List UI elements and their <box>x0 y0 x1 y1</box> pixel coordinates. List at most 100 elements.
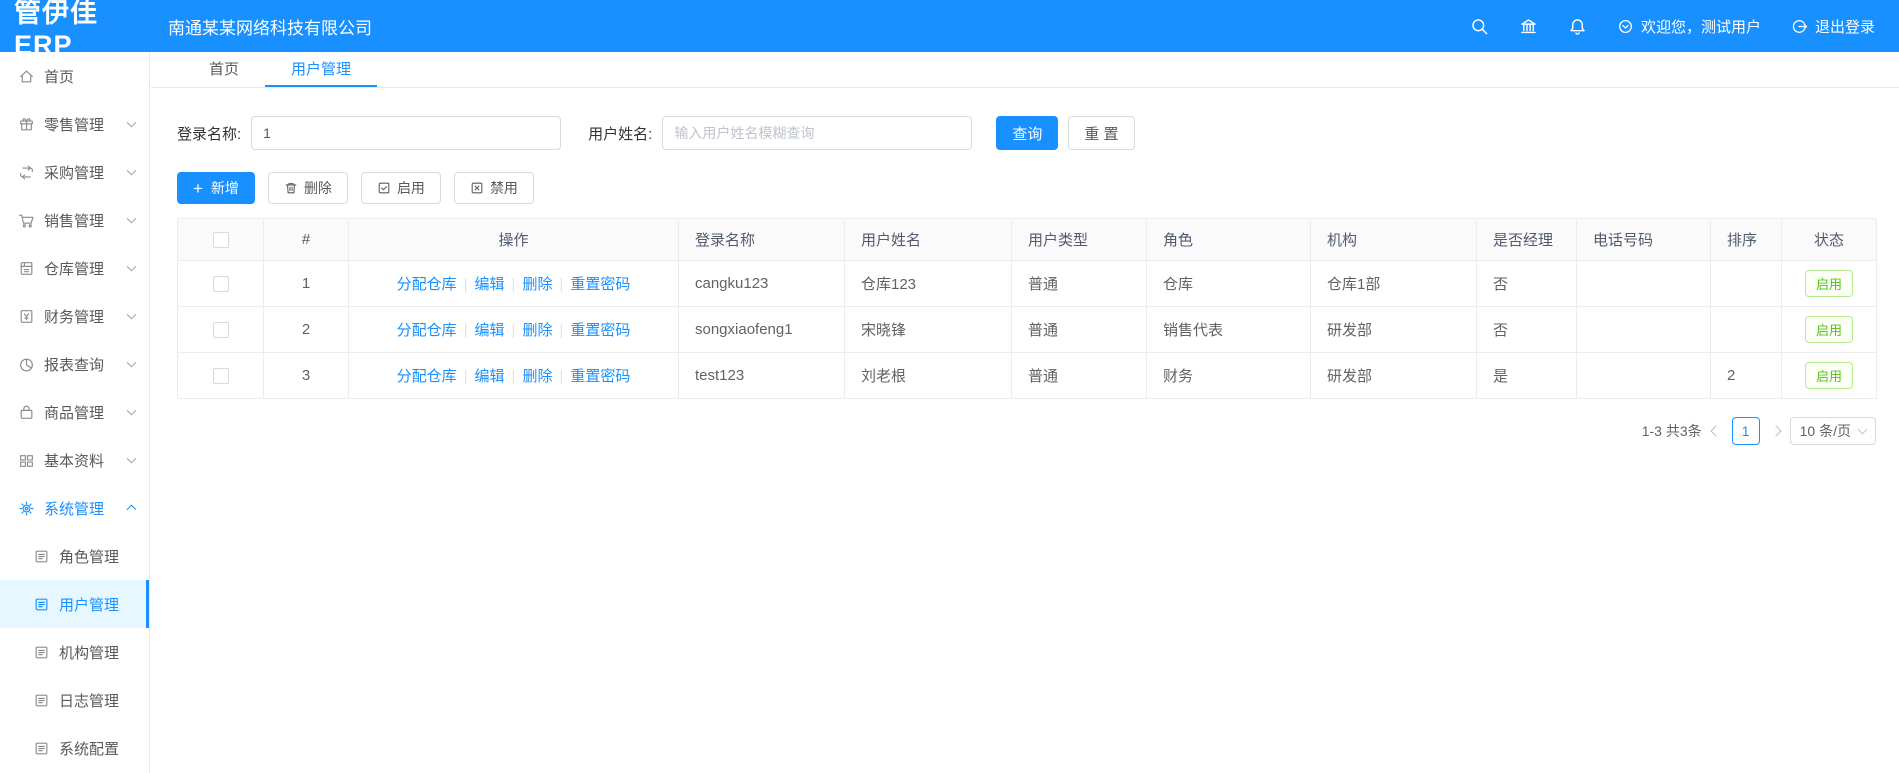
delete-button[interactable]: 删除 <box>267 172 348 204</box>
sidebar-item-purchase[interactable]: 采购管理 <box>0 148 149 196</box>
edit-link[interactable]: 编辑 <box>475 276 505 293</box>
delete-link[interactable]: 删除 <box>522 276 552 293</box>
trash-icon <box>285 183 297 194</box>
user-table-wrap: # 操作 登录名称 用户姓名 用户类型 角色 机构 是否经理 电话号码 排序 状… <box>177 218 1877 399</box>
next-page-icon[interactable] <box>1769 425 1782 437</box>
enable-button[interactable]: 启用 <box>360 172 441 204</box>
row-checkbox[interactable] <box>212 368 229 385</box>
page-size-select[interactable]: 10 条/页 <box>1789 417 1876 445</box>
edit-link[interactable]: 编辑 <box>475 322 505 339</box>
sidebar-item-basic-data[interactable]: 基本资料 <box>0 436 149 484</box>
cell-type: 普通 <box>1011 352 1147 399</box>
assign-warehouse-link[interactable]: 分配仓库 <box>397 322 457 339</box>
sidebar-nav: 首页 零售管理 采购管理 销售管理 仓库管理 财务管理 报表查询 商品管理 基本… <box>0 52 150 773</box>
sidebar-item-reports[interactable]: 报表查询 <box>0 340 149 388</box>
sidebar-subitem-logs[interactable]: 日志管理 <box>0 676 149 724</box>
add-button[interactable]: + 新增 <box>177 172 255 204</box>
sidebar-item-label: 系统管理 <box>44 500 105 518</box>
chevron-down-icon <box>1857 424 1868 435</box>
select-all-checkbox[interactable] <box>212 232 229 249</box>
status-badge: 启用 <box>1804 362 1853 389</box>
col-index: # <box>263 218 349 261</box>
finance-icon <box>18 308 35 325</box>
cell-role: 财务 <box>1146 352 1311 399</box>
op-separator: | <box>463 322 468 339</box>
user-name-input[interactable] <box>662 116 973 150</box>
delete-link[interactable]: 删除 <box>522 322 552 339</box>
chevron-down-icon <box>126 165 137 176</box>
user-circle-down-icon <box>1618 19 1632 33</box>
page-number-1[interactable]: 1 <box>1731 417 1760 445</box>
tab-bar: 首页 用户管理 <box>151 52 1899 88</box>
cell-type: 普通 <box>1011 260 1147 307</box>
reset-button[interactable]: 重 置 <box>1068 116 1135 150</box>
logout-button[interactable]: 退出登录 <box>1791 16 1875 37</box>
tab-home[interactable]: 首页 <box>183 52 265 87</box>
row-checkbox[interactable] <box>212 322 229 339</box>
sidebar-item-label: 系统配置 <box>59 740 120 758</box>
edit-link[interactable]: 编辑 <box>475 368 505 385</box>
bell-icon[interactable] <box>1568 17 1587 36</box>
delete-link[interactable]: 删除 <box>522 368 552 385</box>
welcome-user[interactable]: 欢迎您，测试用户 <box>1617 16 1761 37</box>
home-icon <box>18 68 35 85</box>
sidebar-subitem-roles[interactable]: 角色管理 <box>0 532 149 580</box>
reset-password-link[interactable]: 重置密码 <box>570 368 630 385</box>
reset-password-link[interactable]: 重置密码 <box>570 322 630 339</box>
cell-manager: 否 <box>1476 306 1577 353</box>
user-table: # 操作 登录名称 用户姓名 用户类型 角色 机构 是否经理 电话号码 排序 状… <box>177 218 1877 399</box>
row-checkbox[interactable] <box>212 276 229 293</box>
sidebar-item-retail[interactable]: 零售管理 <box>0 100 149 148</box>
reset-password-link[interactable]: 重置密码 <box>570 276 630 293</box>
sidebar-item-label: 首页 <box>44 68 75 86</box>
cell-role: 销售代表 <box>1146 306 1311 353</box>
user-name-label: 用户姓名: <box>588 125 653 143</box>
sidebar-item-system[interactable]: 系统管理 <box>0 484 149 532</box>
chevron-down-icon <box>126 261 137 272</box>
cell-org: 研发部 <box>1310 306 1477 353</box>
enable-button-label: 启用 <box>396 180 425 196</box>
status-badge: 启用 <box>1804 316 1853 343</box>
document-icon <box>33 596 50 613</box>
table-header-row: # 操作 登录名称 用户姓名 用户类型 角色 机构 是否经理 电话号码 排序 状… <box>177 218 1877 261</box>
sidebar-item-label: 零售管理 <box>44 116 105 134</box>
document-icon <box>33 644 50 661</box>
prev-page-icon[interactable] <box>1709 425 1722 437</box>
login-name-input[interactable] <box>251 116 562 150</box>
sidebar-subitem-orgs[interactable]: 机构管理 <box>0 628 149 676</box>
archive-icon <box>18 260 35 277</box>
op-separator: | <box>463 368 468 385</box>
document-icon <box>33 740 50 757</box>
sidebar-item-finance[interactable]: 财务管理 <box>0 292 149 340</box>
assign-warehouse-link[interactable]: 分配仓库 <box>397 276 457 293</box>
cell-org: 研发部 <box>1310 352 1477 399</box>
app-logo: 管伊佳ERP <box>14 0 98 60</box>
search-icon[interactable] <box>1470 17 1489 36</box>
disable-button[interactable]: 禁用 <box>453 172 534 204</box>
sidebar-item-label: 机构管理 <box>59 644 120 662</box>
tab-user-management[interactable]: 用户管理 <box>265 52 378 87</box>
plus-icon: + <box>193 178 203 198</box>
op-separator: | <box>463 276 468 293</box>
main-area: 首页 用户管理 登录名称: 用户姓名: 查询 重 置 + 新增 <box>151 52 1899 773</box>
cell-index: 1 <box>263 260 349 307</box>
bank-icon[interactable] <box>1519 17 1538 36</box>
sidebar-item-goods[interactable]: 商品管理 <box>0 388 149 436</box>
sidebar-item-label: 日志管理 <box>59 692 120 710</box>
query-button[interactable]: 查询 <box>996 116 1059 150</box>
document-icon <box>33 692 50 709</box>
login-name-label: 登录名称: <box>177 125 242 143</box>
cell-sort <box>1710 306 1782 353</box>
sidebar-item-label: 报表查询 <box>44 356 105 374</box>
delete-button-label: 删除 <box>303 180 332 196</box>
pagination: 1-3 共3条 1 10 条/页 <box>177 417 1876 445</box>
cell-sort: 2 <box>1710 352 1782 399</box>
cell-type: 普通 <box>1011 306 1147 353</box>
sidebar-item-label: 角色管理 <box>59 548 120 566</box>
sidebar-subitem-users[interactable]: 用户管理 <box>0 580 149 628</box>
sidebar-item-sales[interactable]: 销售管理 <box>0 196 149 244</box>
sidebar-subitem-config[interactable]: 系统配置 <box>0 724 149 772</box>
sidebar-item-warehouse[interactable]: 仓库管理 <box>0 244 149 292</box>
sidebar-item-label: 商品管理 <box>44 404 105 422</box>
assign-warehouse-link[interactable]: 分配仓库 <box>397 368 457 385</box>
